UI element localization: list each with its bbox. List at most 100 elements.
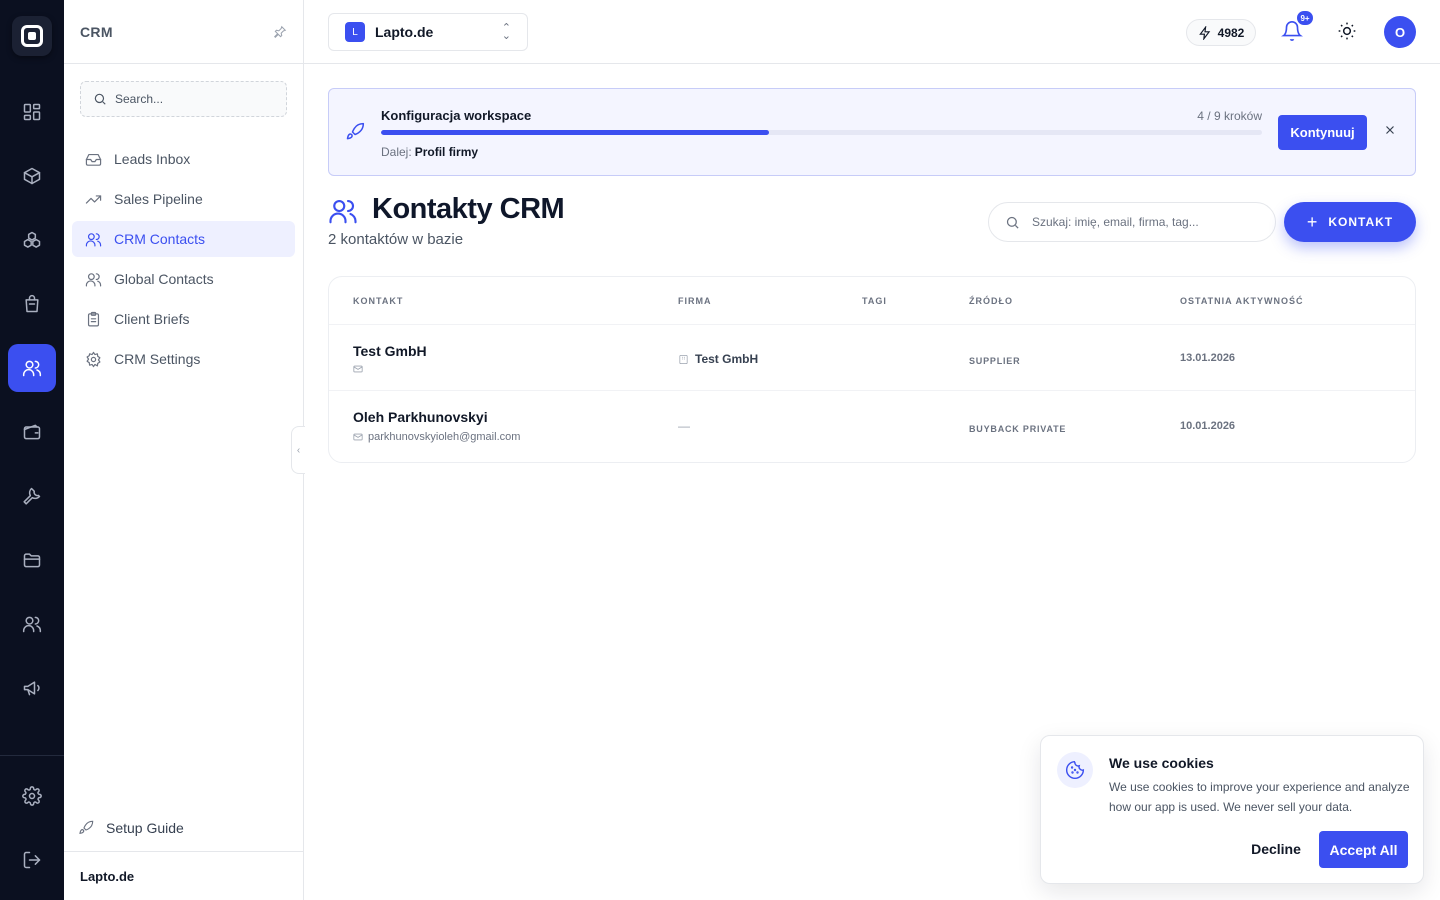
sidebar-item-crm-contacts[interactable]: CRM Contacts bbox=[72, 221, 295, 257]
app-logo[interactable] bbox=[12, 16, 52, 56]
search-icon bbox=[94, 93, 106, 105]
add-contact-button[interactable]: + KONTAKT bbox=[1284, 202, 1416, 242]
sidebar-item-client-briefs[interactable]: Client Briefs bbox=[72, 301, 295, 337]
rail-orders-button[interactable] bbox=[8, 280, 56, 328]
rail-finance-button[interactable] bbox=[8, 408, 56, 456]
contact-source: BUYBACK PRIVATE bbox=[969, 424, 1067, 434]
folder-icon bbox=[23, 553, 41, 568]
banner-next-label: Dalej: bbox=[381, 145, 412, 159]
mail-icon bbox=[353, 365, 363, 373]
contact-name[interactable]: Test GmbH bbox=[353, 343, 427, 359]
rail-dashboard-button[interactable] bbox=[8, 88, 56, 136]
banner-next-step: Dalej: Profil firmy bbox=[381, 145, 478, 159]
accept-cookies-button[interactable]: Accept All bbox=[1319, 831, 1408, 868]
box-icon bbox=[23, 167, 41, 185]
sidebar-item-label: Leads Inbox bbox=[114, 151, 191, 167]
column-header[interactable]: KONTAKT bbox=[353, 296, 403, 306]
logo-mark bbox=[21, 25, 43, 47]
contacts-search[interactable] bbox=[988, 202, 1276, 242]
wrench-icon bbox=[23, 487, 41, 505]
workspace-footer-name: Lapto.de bbox=[80, 868, 135, 884]
continue-button[interactable]: Kontynuuj bbox=[1278, 115, 1367, 150]
sidebar-collapse-handle[interactable]: ‹ bbox=[291, 426, 305, 474]
contact-last-activity: 13.01.2026 bbox=[1180, 352, 1236, 364]
contact-source: SUPPLIER bbox=[969, 356, 1021, 366]
cookie-text: We use cookies to improve your experienc… bbox=[1109, 780, 1410, 814]
logout-icon bbox=[23, 851, 41, 869]
chevron-up-down-icon: ⌃ ⌄ bbox=[501, 22, 511, 42]
sidebar-title: CRM bbox=[80, 23, 113, 40]
column-header[interactable]: OSTATNIA AKTYWNOŚĆ bbox=[1180, 296, 1304, 306]
sidebar-item-leads-inbox[interactable]: Leads Inbox bbox=[72, 141, 295, 177]
rail-logout-button[interactable] bbox=[8, 836, 56, 884]
rail-marketing-button[interactable] bbox=[8, 664, 56, 712]
sidebar-footer: Lapto.de bbox=[64, 851, 303, 900]
column-header[interactable]: TAGI bbox=[862, 296, 887, 306]
shopping-bag-icon bbox=[25, 294, 39, 313]
credits-value: 4982 bbox=[1217, 25, 1245, 40]
banner-next-value: Profil firmy bbox=[414, 145, 479, 159]
workspace-badge: L bbox=[345, 22, 365, 42]
modules-icon bbox=[23, 231, 41, 248]
column-header[interactable]: ŹRÓDŁO bbox=[969, 296, 1013, 306]
credits-badge[interactable]: 4982 bbox=[1186, 19, 1256, 46]
user-avatar[interactable]: O bbox=[1384, 16, 1416, 48]
table-row[interactable]: Oleh Parkhunovskyi parkhunovskyioleh@gma… bbox=[329, 391, 1415, 462]
rail-crm-button[interactable] bbox=[8, 344, 56, 392]
sidebar-item-global-contacts[interactable]: Global Contacts bbox=[72, 261, 295, 297]
table-row[interactable]: Test GmbH Test GmbH SUPPLIER 13.01.2026 bbox=[329, 325, 1415, 390]
onboarding-banner: Konfiguracja workspace 4 / 9 kroków Dale… bbox=[328, 88, 1416, 176]
sidebar-item-label: Client Briefs bbox=[114, 311, 190, 327]
page-subtitle: 2 kontaktów w bazie bbox=[328, 231, 464, 248]
plus-icon: + bbox=[1306, 212, 1319, 232]
settings-icon bbox=[22, 786, 42, 806]
inbox-icon bbox=[85, 153, 102, 166]
rail-products-button[interactable] bbox=[8, 152, 56, 200]
add-contact-label: KONTAKT bbox=[1328, 215, 1394, 229]
crm-sidebar: CRM Search... Leads Inbox Sales Pipeline… bbox=[64, 0, 304, 900]
trending-up-icon bbox=[85, 194, 102, 204]
megaphone-icon bbox=[23, 681, 40, 696]
building-icon bbox=[679, 354, 688, 364]
users-icon bbox=[85, 232, 102, 246]
sidebar-item-crm-settings[interactable]: CRM Settings bbox=[72, 341, 295, 377]
sun-icon bbox=[1338, 22, 1356, 40]
decline-cookies-button[interactable]: Decline bbox=[1243, 832, 1309, 866]
page-title: Kontakty CRM bbox=[372, 193, 565, 225]
sidebar-search-placeholder: Search... bbox=[115, 92, 164, 106]
column-header[interactable]: FIRMA bbox=[678, 296, 712, 306]
setup-guide-link[interactable]: Setup Guide bbox=[78, 820, 184, 836]
banner-title: Konfiguracja workspace bbox=[381, 108, 532, 123]
rail-files-button[interactable] bbox=[8, 536, 56, 584]
rail-team-button[interactable] bbox=[8, 600, 56, 648]
team-icon bbox=[22, 616, 42, 633]
rail-settings-button[interactable] bbox=[8, 772, 56, 820]
contact-name[interactable]: Oleh Parkhunovskyi bbox=[353, 409, 488, 425]
sidebar-search[interactable]: Search... bbox=[80, 81, 287, 117]
setup-progress-fill bbox=[381, 130, 769, 135]
sidebar-item-label: Sales Pipeline bbox=[114, 191, 203, 207]
rail-modules-button[interactable] bbox=[8, 216, 56, 264]
app-rail bbox=[0, 0, 64, 900]
cookie-title: We use cookies bbox=[1109, 755, 1214, 771]
rail-tools-button[interactable] bbox=[8, 472, 56, 520]
banner-close-button[interactable] bbox=[1383, 123, 1399, 139]
contacts-search-input[interactable] bbox=[1032, 215, 1252, 229]
gear-icon bbox=[86, 351, 101, 367]
sidebar-item-label: Global Contacts bbox=[114, 271, 214, 287]
cookie-consent-dialog: We use cookies We use cookies to improve… bbox=[1040, 735, 1424, 884]
theme-toggle[interactable] bbox=[1337, 21, 1359, 43]
sidebar-item-label: CRM Settings bbox=[114, 351, 201, 367]
contact-email: parkhunovskyioleh@gmail.com bbox=[353, 431, 520, 443]
setup-progress-bar bbox=[381, 130, 1262, 135]
workspace-name: Lapto.de bbox=[375, 24, 434, 40]
contacts-icon bbox=[328, 196, 360, 228]
dashboard-icon bbox=[23, 103, 41, 121]
workspace-switcher[interactable]: L Lapto.de ⌃ ⌄ bbox=[328, 13, 528, 51]
setup-guide-label: Setup Guide bbox=[106, 820, 184, 836]
contact-last-activity: 10.01.2026 bbox=[1180, 420, 1236, 432]
contact-email bbox=[353, 364, 368, 374]
sidebar-item-sales-pipeline[interactable]: Sales Pipeline bbox=[72, 181, 295, 217]
pin-icon[interactable] bbox=[273, 25, 287, 39]
rail-divider bbox=[0, 755, 64, 756]
